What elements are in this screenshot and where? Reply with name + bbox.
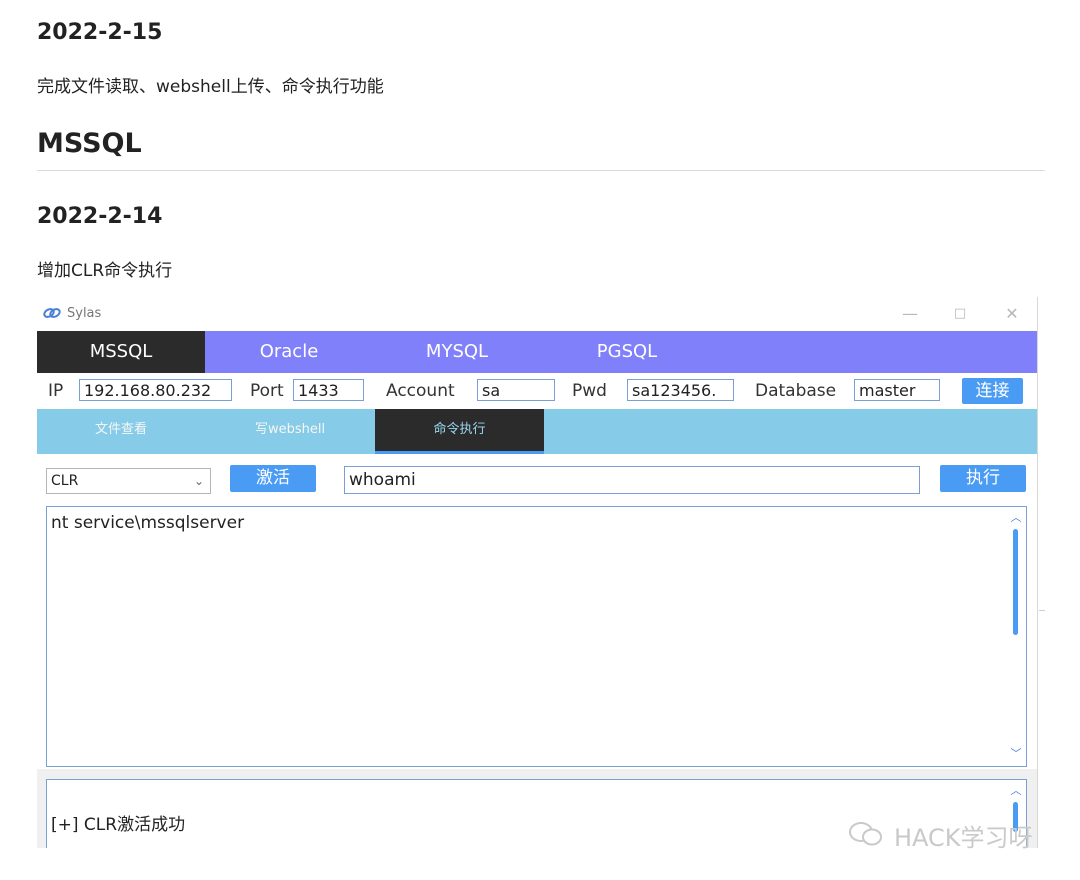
connection-bar: IP 192.168.80.232 Port 1433 Account sa P… (37, 373, 1037, 409)
pwd-input[interactable]: sa123456. (627, 379, 734, 401)
ip-input[interactable]: 192.168.80.232 (79, 379, 232, 401)
log-text: [+] CLR激活成功 (51, 815, 186, 835)
activate-button[interactable]: 激活 (230, 465, 316, 492)
scroll-up-icon[interactable]: ︿ (1009, 784, 1023, 798)
port-input[interactable]: 1433 (293, 379, 364, 401)
section-divider (37, 170, 1045, 171)
command-output[interactable]: nt service\mssqlserver ︿ ﹀ (46, 506, 1027, 767)
title-bar: Sylas — □ ✕ (37, 297, 1037, 331)
pwd-label: Pwd (572, 381, 607, 401)
scroll-down-icon[interactable]: ﹀ (1009, 747, 1023, 761)
scroll-up-icon[interactable]: ︿ (1009, 511, 1023, 525)
tab-pgsql[interactable]: PGSQL (541, 331, 713, 373)
output-text: nt service\mssqlserver (51, 513, 245, 533)
maximize-button[interactable]: □ (945, 302, 975, 326)
function-tab-bar: 文件查看 写webshell 命令执行 (37, 409, 1037, 454)
connect-button[interactable]: 连接 (962, 378, 1023, 404)
note-1: 完成文件读取、webshell上传、命令执行功能 (37, 77, 384, 97)
app-window: Sylas — □ ✕ MSSQL Oracle MYSQL PGSQL IP … (37, 297, 1038, 848)
tab-mysql[interactable]: MYSQL (373, 331, 541, 373)
date-heading-2: 2022-2-14 (37, 204, 163, 229)
ip-label: IP (48, 381, 64, 401)
minimize-button[interactable]: — (895, 302, 925, 326)
database-label: Database (755, 381, 837, 401)
database-tab-bar: MSSQL Oracle MYSQL PGSQL (37, 331, 1037, 373)
tab-mssql[interactable]: MSSQL (37, 331, 205, 373)
scroll-thumb[interactable] (1013, 529, 1018, 635)
tab-oracle[interactable]: Oracle (205, 331, 373, 373)
window-title: Sylas (67, 306, 102, 321)
tab-write-webshell[interactable]: 写webshell (205, 409, 375, 451)
command-row: CLR ⌄ 激活 whoami 执行 (37, 454, 1037, 504)
section-title: MSSQL (37, 128, 142, 159)
chevron-down-icon: ⌄ (193, 474, 204, 488)
execute-button[interactable]: 执行 (940, 465, 1026, 492)
account-label: Account (386, 381, 455, 401)
tab-command-exec[interactable]: 命令执行 (375, 409, 544, 454)
edge-mark (1039, 610, 1045, 611)
method-select[interactable]: CLR ⌄ (46, 468, 211, 494)
watermark-text: HACK学习呀 (894, 824, 1033, 852)
database-input[interactable]: master (854, 379, 940, 401)
link-icon (43, 308, 61, 318)
wechat-icon (849, 822, 882, 846)
method-select-value: CLR (51, 473, 79, 489)
output-scrollbar[interactable]: ︿ ﹀ (1009, 509, 1023, 764)
tab-file-view[interactable]: 文件查看 (37, 409, 205, 451)
account-input[interactable]: sa (477, 379, 555, 401)
port-label: Port (250, 381, 284, 401)
note-2: 增加CLR命令执行 (37, 261, 173, 281)
date-heading-1: 2022-2-15 (37, 20, 163, 45)
command-input[interactable]: whoami (344, 466, 920, 494)
close-button[interactable]: ✕ (997, 302, 1027, 326)
